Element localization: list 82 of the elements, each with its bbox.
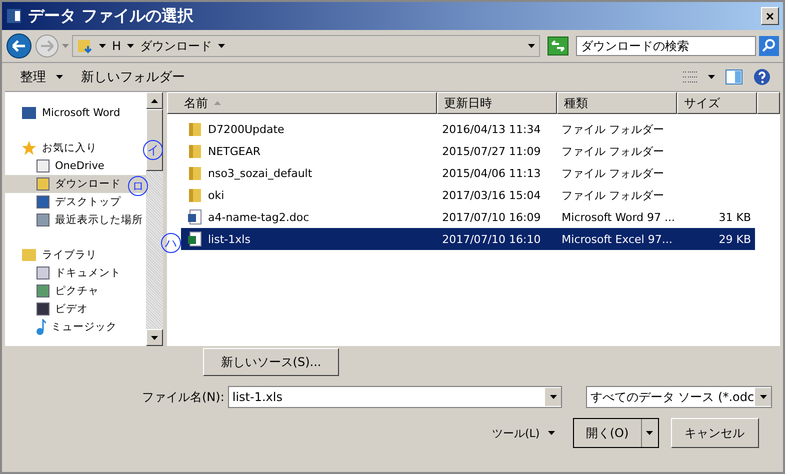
sidebar-item[interactable]: 最近表示した場所 <box>5 211 146 229</box>
help-icon[interactable] <box>753 68 771 86</box>
sidebar-item[interactable]: ピクチャ <box>5 282 146 300</box>
caret-icon[interactable] <box>218 44 226 48</box>
dropdown-icon[interactable] <box>550 395 557 399</box>
scroll-down-icon[interactable] <box>151 336 158 340</box>
word-document-icon <box>187 209 203 225</box>
open-button[interactable]: 開く(O) <box>572 418 659 448</box>
filename-field[interactable]: list-1.xls <box>228 386 562 408</box>
date-cell-text: 2015/04/06 11:13 <box>441 166 542 180</box>
dropdown-icon[interactable] <box>760 395 767 399</box>
sidebar-item[interactable]: デスクトップ <box>5 193 146 211</box>
dropdown-icon[interactable] <box>528 44 535 48</box>
column-header[interactable]: 名前 <box>167 92 437 114</box>
sidebar-item[interactable]: OneDrive <box>5 157 146 175</box>
sidebar-item[interactable]: ビデオ <box>5 300 146 318</box>
refresh-icon[interactable] <box>547 36 569 56</box>
date-cell-text: 2017/07/10 16:09 <box>441 210 542 224</box>
back-icon[interactable] <box>6 33 32 59</box>
date-cell-text: 2016/04/13 11:34 <box>441 122 542 136</box>
type-cell-text: ファイル フォルダー <box>560 122 666 136</box>
filetype-dropdown[interactable]: すべてのデータ ソース (*.odc <box>586 386 772 408</box>
preview-pane-icon[interactable] <box>725 69 743 85</box>
spreadsheet-icon <box>187 231 203 247</box>
column-header[interactable]: サイズ <box>677 92 757 114</box>
close-button[interactable]: × <box>761 7 779 25</box>
type-cell-text: ファイル フォルダー <box>560 188 666 202</box>
view-list-icon[interactable] <box>682 70 698 84</box>
address-field[interactable]: H ダウンロード <box>72 35 540 57</box>
type-cell-text: ファイル フォルダー <box>560 166 666 180</box>
type-cell-text: Microsoft Excel 97... <box>560 232 674 246</box>
caret-icon[interactable] <box>99 44 106 48</box>
sidebar-item[interactable]: お気に入り <box>5 139 146 157</box>
callout-marker: ロ <box>128 176 148 196</box>
window-title: データ ファイルの選択 <box>28 6 195 26</box>
scrollbar[interactable] <box>146 92 163 346</box>
size-cell-text: 29 KB <box>718 232 752 246</box>
search-field[interactable]: ダウンロードの検索 <box>576 36 756 56</box>
organize-menu[interactable]: 整理 <box>20 68 46 86</box>
date-cell-text: 2017/03/16 15:04 <box>441 188 542 202</box>
caret-icon[interactable] <box>708 75 715 79</box>
file-row[interactable]: oki 2017/03/16 15:04 ファイル フォルダー <box>181 184 755 206</box>
star-icon <box>21 140 37 156</box>
sidebar-item[interactable]: Microsoft Word <box>5 104 146 122</box>
file-row[interactable]: NETGEAR 2015/07/27 11:09 ファイル フォルダー <box>181 140 755 162</box>
sidebar-item[interactable]: ライブラリ <box>5 246 146 264</box>
file-name: NETGEAR <box>208 144 261 158</box>
date-cell-text: 2017/07/10 16:10 <box>441 232 542 246</box>
type-cell-text: ファイル フォルダー <box>560 144 666 158</box>
caret-icon[interactable] <box>548 431 555 435</box>
file-name: D7200Update <box>208 122 284 136</box>
cancel-button[interactable]: キャンセル <box>670 418 759 448</box>
file-row[interactable]: nso3_sozai_default 2015/04/06 11:13 ファイル フォルダー <box>181 162 755 184</box>
date-cell-text: 2015/07/27 11:09 <box>441 144 542 158</box>
type-cell-text: Microsoft Word 97 ... <box>560 210 676 224</box>
new-folder-button[interactable]: 新しいフォルダー <box>81 68 185 86</box>
dropdown-icon[interactable] <box>646 431 654 435</box>
size-cell-text: 31 KB <box>718 210 752 224</box>
file-row[interactable]: a4-name-tag2.doc 2017/07/10 16:09 Microsoft Word 97 ... 31 KB <box>181 206 755 228</box>
sidebar-item[interactable]: ミュージック <box>5 318 146 336</box>
scroll-up-icon[interactable] <box>151 98 158 102</box>
caret-icon[interactable] <box>56 75 63 79</box>
sidebar-item[interactable]: ドキュメント <box>5 264 146 282</box>
file-name: list-1xls <box>208 232 250 246</box>
caret-icon[interactable] <box>127 44 134 48</box>
sort-icon <box>214 101 221 105</box>
file-name: a4-name-tag2.doc <box>208 210 310 224</box>
file-name: nso3_sozai_default <box>208 166 312 180</box>
file-row[interactable]: list-1xls 2017/07/10 16:10 Microsoft Excel 97... 29 KB <box>181 228 755 250</box>
callout-marker: ハ <box>161 233 181 253</box>
column-header[interactable]: 更新日時 <box>437 92 557 114</box>
callout-marker: イ <box>143 140 163 160</box>
music-note-icon <box>36 319 46 335</box>
file-row[interactable]: D7200Update 2016/04/13 11:34 ファイル フォルダー <box>181 118 755 140</box>
search-icon[interactable] <box>759 36 779 56</box>
tools-menu[interactable]: ツール(L) <box>492 426 540 440</box>
column-header[interactable]: 種類 <box>557 92 677 114</box>
file-name: oki <box>208 188 224 202</box>
breadcrumb[interactable]: ダウンロード <box>140 38 212 54</box>
new-source-button[interactable]: 新しいソース(S)... <box>203 348 339 376</box>
breadcrumb[interactable]: H <box>112 39 122 53</box>
filename-label: ファイル名(N): <box>142 388 224 406</box>
